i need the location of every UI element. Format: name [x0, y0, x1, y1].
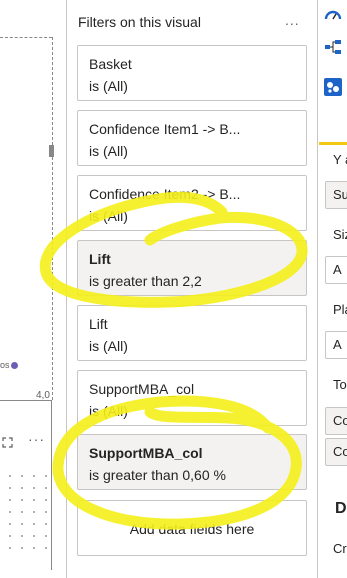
- focus-mode-icon[interactable]: [2, 437, 13, 448]
- decomposition-tree-icon[interactable]: [324, 38, 342, 56]
- report-canvas: os 4,0 ···: [0, 0, 64, 578]
- visual-border-right: [52, 37, 53, 400]
- tooltip-field-1[interactable]: Co: [325, 407, 347, 435]
- legend-dot: [11, 362, 18, 369]
- cross-report-label: Cro: [333, 541, 347, 556]
- visualizations-pane: Y a Su Siz A Pla A To Co Co D Cro: [319, 0, 347, 578]
- play-axis-field[interactable]: A: [325, 331, 347, 359]
- add-data-fields-dropzone[interactable]: Add data fields here: [77, 500, 307, 556]
- visual-border-top: [0, 37, 52, 38]
- tooltips-label: To: [333, 377, 347, 392]
- size-label: Siz: [333, 227, 347, 242]
- size-field[interactable]: A: [325, 256, 347, 284]
- filter-card-confidence-item2[interactable]: Confidence Item2 -> B... is (All): [77, 175, 307, 231]
- active-tab-indicator: [319, 142, 347, 145]
- filter-card-confidence-item1[interactable]: Confidence Item1 -> B... is (All): [77, 110, 307, 166]
- filter-card-supportmba-active[interactable]: SupportMBA_col is greater than 0,60 %: [77, 434, 307, 490]
- y-axis-field[interactable]: Su: [325, 181, 347, 209]
- filter-card-supportmba[interactable]: SupportMBA_col is (All): [77, 370, 307, 426]
- filter-card-name: Lift: [89, 316, 108, 332]
- filters-more-icon[interactable]: ...: [285, 12, 300, 28]
- legend-label: os: [0, 360, 10, 370]
- canvas-grid-dots: [4, 470, 48, 550]
- filter-card-lift[interactable]: Lift is (All): [77, 305, 307, 361]
- y-axis-label: Y a: [333, 152, 347, 167]
- play-axis-label: Pla: [333, 302, 347, 317]
- filter-card-condition: is (All): [89, 78, 128, 94]
- resize-handle[interactable]: [49, 145, 54, 157]
- drill-through-heading: D: [335, 500, 347, 517]
- filter-card-name: Confidence Item1 -> B...: [89, 121, 241, 137]
- filter-card-lift-active[interactable]: Lift is greater than 2,2: [77, 240, 307, 296]
- filter-card-name: SupportMBA_col: [89, 381, 195, 397]
- gauge-visual-icon[interactable]: [324, 6, 342, 24]
- tooltip-field-2[interactable]: Co: [325, 438, 347, 466]
- filter-card-condition: is (All): [89, 208, 128, 224]
- filter-card-condition: is (All): [89, 403, 128, 419]
- filter-card-basket[interactable]: Basket is (All): [77, 45, 307, 101]
- more-options-icon[interactable]: ···: [28, 432, 45, 446]
- filters-pane-title: Filters on this visual: [78, 14, 201, 30]
- filter-card-condition: is (All): [89, 338, 128, 354]
- filter-card-condition: is greater than 2,2: [89, 273, 202, 289]
- filter-card-name: Lift: [89, 251, 111, 267]
- filter-card-name: Confidence Item2 -> B...: [89, 186, 241, 202]
- filter-card-name: Basket: [89, 56, 132, 72]
- filters-pane: Filters on this visual ... Basket is (Al…: [66, 0, 318, 578]
- filter-card-name: SupportMBA_col: [89, 445, 203, 461]
- key-influencers-icon[interactable]: [324, 78, 342, 96]
- filter-card-condition: is greater than 0,60 %: [89, 467, 226, 483]
- filter-card-condition: is (All): [89, 143, 128, 159]
